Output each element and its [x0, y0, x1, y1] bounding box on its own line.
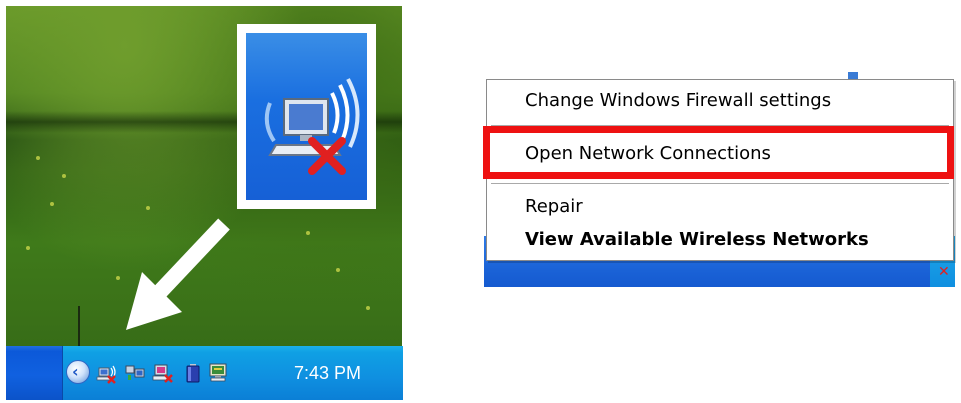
- enlarged-icon-card: [237, 24, 376, 209]
- menu-separator: [491, 183, 949, 184]
- screenshot-root: ‹ 7:43 PM ✕ Change Windows Firewall sett…: [0, 0, 961, 403]
- menu-item-change-firewall-settings[interactable]: Change Windows Firewall settings: [525, 90, 831, 112]
- monitor-icon[interactable]: [208, 362, 230, 384]
- battery-icon[interactable]: [182, 362, 204, 384]
- wallpaper-flower: [306, 231, 310, 235]
- taskbar: ‹ 7:43 PM: [6, 346, 403, 400]
- wallpaper-flower: [336, 268, 340, 272]
- wallpaper-flower: [62, 174, 66, 178]
- pointer-arrow-icon: [126, 218, 230, 330]
- wireless-disconnected-icon[interactable]: [96, 362, 118, 384]
- wallpaper-flower: [366, 306, 370, 310]
- tray-error-x-icon: ✕: [938, 264, 950, 280]
- show-hidden-icons-button[interactable]: ‹: [66, 360, 90, 384]
- wallpaper-flower: [50, 202, 54, 206]
- wallpaper-pole: [78, 306, 80, 348]
- wallpaper-flower: [26, 246, 30, 250]
- wallpaper-flower: [36, 156, 40, 160]
- highlight-annotation-box: [483, 126, 954, 179]
- network-icon[interactable]: [124, 362, 146, 384]
- menu-item-view-available-wireless-networks[interactable]: View Available Wireless Networks: [525, 229, 869, 251]
- wallpaper-flower: [146, 206, 150, 210]
- wireless-network-disconnected-icon: [246, 33, 367, 200]
- menu-item-repair[interactable]: Repair: [525, 196, 583, 218]
- chevron-left-icon: ‹: [72, 362, 79, 381]
- tray-clock[interactable]: 7:43 PM: [294, 363, 361, 383]
- network-adapter-error-icon[interactable]: [152, 362, 174, 384]
